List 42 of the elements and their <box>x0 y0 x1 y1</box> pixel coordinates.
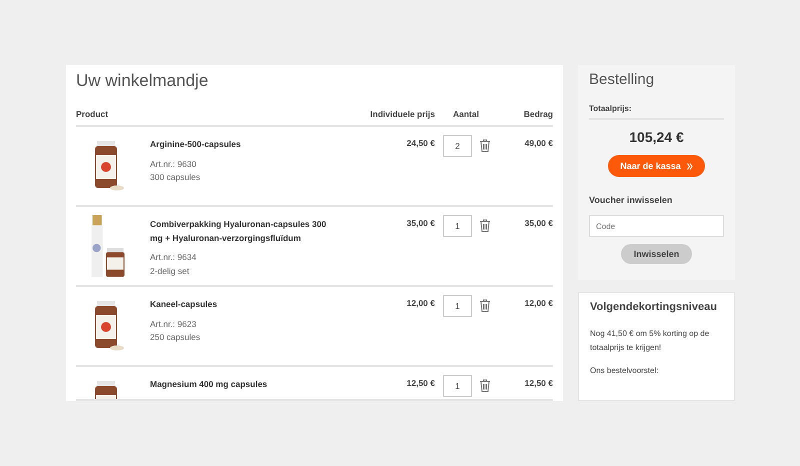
trash-icon[interactable] <box>479 379 491 392</box>
total-price: 105,24 € <box>628 129 685 145</box>
proposal-label: Ons bestelvoorstel: <box>590 365 660 378</box>
voucher-code-field[interactable]: Code <box>589 215 724 237</box>
trash-icon[interactable] <box>479 219 491 232</box>
article-number: Art.nr.: 9630 <box>150 158 198 170</box>
unit-price: 35,00 € <box>406 217 435 228</box>
trash-icon[interactable] <box>479 139 491 152</box>
product-name[interactable]: Arginine-500-capsules <box>150 138 241 152</box>
column-header: Product <box>76 109 110 119</box>
line-amount: 49,00 € <box>524 137 553 148</box>
discount-message: Nog 41,50 € om 5% korting op de totaalprijs te krijgen! <box>590 328 710 354</box>
column-header: Bedrag <box>522 109 553 119</box>
package-size: 300 capsules <box>150 171 202 184</box>
line-amount: 12,50 € <box>524 377 553 388</box>
total-label: Totaalprijs: <box>589 104 724 120</box>
product-name[interactable]: Magnesium 400 mg capsules <box>150 378 268 392</box>
quantity-field[interactable]: 1 <box>443 295 472 317</box>
article-number: Art.nr.: 9634 <box>150 251 198 264</box>
unit-price: 12,50 € <box>406 377 435 388</box>
unit-price: 12,00 € <box>406 297 435 308</box>
quantity-field[interactable]: 2 <box>443 135 472 157</box>
column-header: Aantal <box>452 109 480 119</box>
product-name[interactable]: Kaneel-capsules <box>150 298 218 312</box>
discount-title: Volgendekortingsniveau <box>590 301 718 313</box>
line-amount: 35,00 € <box>524 217 553 228</box>
redeem-button[interactable]: Inwisselen <box>620 244 692 264</box>
cart-title: Uw winkelmandje <box>76 71 210 91</box>
order-title: Bestelling <box>589 71 656 88</box>
product-name[interactable]: Combiverpakking Hyaluronan-capsules 300 mg + Hyaluronan-verzorgingsfluïdum <box>150 218 339 246</box>
product-photo-placeholder <box>90 215 126 279</box>
quantity-field[interactable]: 1 <box>443 375 472 397</box>
column-header: Individuele prijs <box>369 109 435 119</box>
package-size: 2-delig set <box>150 264 190 278</box>
chevron-icon <box>686 162 693 170</box>
unit-price: 24,50 € <box>406 137 435 148</box>
article-number: Art.nr.: 9623 <box>150 318 198 330</box>
voucher-title: Voucher inwisselen <box>589 195 674 205</box>
quantity-field[interactable]: 1 <box>443 215 472 237</box>
line-amount: 12,00 € <box>524 297 553 308</box>
package-size: 250 capsules <box>150 331 202 344</box>
trash-icon[interactable] <box>479 299 491 312</box>
